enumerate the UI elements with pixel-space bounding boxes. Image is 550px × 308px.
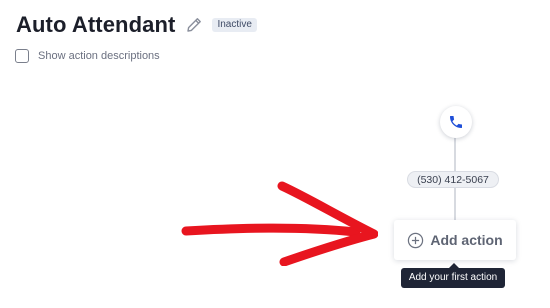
add-action-button[interactable]: Add action (394, 220, 516, 260)
show-descriptions-label: Show action descriptions (38, 50, 160, 62)
pencil-icon[interactable] (185, 16, 203, 34)
add-action-tooltip: Add your first action (401, 268, 505, 288)
call-start-node[interactable] (440, 106, 472, 138)
show-descriptions-checkbox[interactable] (15, 49, 29, 63)
flow-connector-line (454, 188, 456, 220)
show-descriptions-toggle[interactable]: Show action descriptions (15, 49, 160, 63)
auto-attendant-page: Auto Attendant Inactive Show action desc… (0, 0, 550, 308)
phone-icon (450, 116, 462, 128)
red-arrow-annotation (181, 181, 378, 266)
page-header: Auto Attendant Inactive (16, 10, 257, 40)
page-title: Auto Attendant (16, 12, 176, 37)
flow-connector-line (454, 138, 456, 171)
phone-number-label: (530) 412-5067 (407, 171, 499, 188)
plus-circle-icon (408, 232, 424, 248)
status-badge: Inactive (212, 18, 257, 32)
add-action-label: Add action (430, 232, 503, 248)
